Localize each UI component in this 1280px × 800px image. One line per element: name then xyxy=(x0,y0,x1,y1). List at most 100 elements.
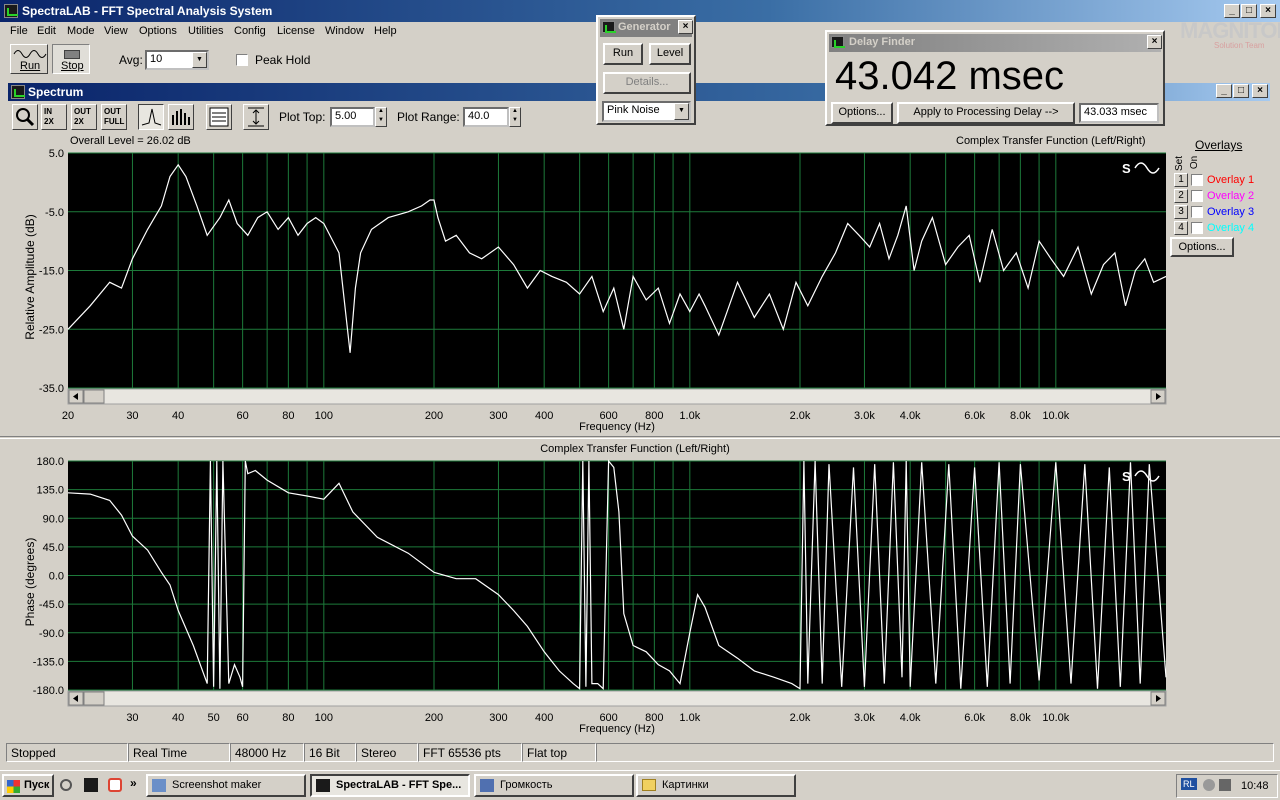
overlay-on-checkbox-4[interactable] xyxy=(1191,222,1203,234)
zoom-in-2x-icon[interactable]: IN 2X xyxy=(41,104,67,130)
menu-view[interactable]: View xyxy=(104,25,128,37)
avg-combo[interactable]: 10 ▼ xyxy=(145,50,209,70)
menu-window[interactable]: Window xyxy=(325,25,364,37)
watermark-sub: Solution Team xyxy=(1214,41,1265,50)
x-tick-label: 60 xyxy=(237,712,249,724)
menu-help[interactable]: Help xyxy=(374,25,397,37)
zoom-icon[interactable] xyxy=(12,104,38,130)
menu-utilities[interactable]: Utilities xyxy=(188,25,223,37)
quicklaunch-spectralab-icon[interactable] xyxy=(84,778,98,792)
generator-run-button[interactable]: Run xyxy=(603,43,643,65)
autoscale-icon[interactable] xyxy=(243,104,269,130)
overlay-set-button-3[interactable]: 3 xyxy=(1174,205,1188,219)
tray-speaker-icon[interactable] xyxy=(1219,779,1231,791)
menu-edit[interactable]: Edit xyxy=(37,25,56,37)
x-tick-label: 60 xyxy=(237,410,249,422)
bar-plot-icon[interactable] xyxy=(168,104,194,130)
delay-finder-close-icon[interactable]: × xyxy=(1147,35,1162,49)
status-extra xyxy=(596,743,1274,762)
overlay-options-button[interactable]: Options... xyxy=(1170,237,1234,257)
generator-level-button[interactable]: Level xyxy=(649,43,691,65)
plot-splitter[interactable] xyxy=(0,436,1280,439)
language-indicator[interactable]: RL xyxy=(1181,778,1197,790)
noise-chevron-down-icon[interactable]: ▼ xyxy=(674,103,689,120)
generator-close-icon[interactable]: × xyxy=(678,20,693,34)
peak-hold-label: Peak Hold xyxy=(255,53,311,67)
maximize-icon[interactable]: □ xyxy=(1241,4,1257,18)
spectrum-close-icon[interactable]: × xyxy=(1252,84,1268,98)
table-icon[interactable] xyxy=(206,104,232,130)
quicklaunch-more-icon[interactable]: » xyxy=(130,776,137,790)
zoom-out-full-icon[interactable]: OUT FULL xyxy=(101,104,127,130)
y-tick-label: 90.0 xyxy=(43,513,64,525)
menu-file[interactable]: File xyxy=(10,25,28,37)
menu-options[interactable]: Options xyxy=(139,25,177,37)
stop-icon xyxy=(64,50,80,59)
apply-delay-button[interactable]: Apply to Processing Delay --> xyxy=(897,102,1075,124)
overlay-set-button-2[interactable]: 2 xyxy=(1174,189,1188,203)
quicklaunch-browser-icon[interactable] xyxy=(60,779,72,791)
task-pictures[interactable]: Картинки xyxy=(636,774,796,797)
x-tick-label: 1.0k xyxy=(679,712,700,724)
quicklaunch-opera-icon[interactable] xyxy=(108,778,122,792)
task-screenshot-maker[interactable]: Screenshot maker xyxy=(146,774,306,797)
plot-top-input[interactable]: 5.00 xyxy=(330,107,375,127)
scroll-thumb[interactable] xyxy=(83,389,105,404)
y-tick-label: -25.0 xyxy=(39,324,64,336)
overlay-set-button-1[interactable]: 1 xyxy=(1174,173,1188,187)
start-button[interactable]: Пуск xyxy=(2,774,54,797)
spectrum-maximize-icon[interactable]: □ xyxy=(1233,84,1249,98)
minimize-icon[interactable]: _ xyxy=(1224,4,1240,18)
run-button[interactable]: Run xyxy=(10,44,48,74)
x-tick-label: 100 xyxy=(315,712,333,724)
plot-scrollbar[interactable] xyxy=(67,690,1167,707)
x-tick-label: 400 xyxy=(535,410,553,422)
plot-mode-icon: S xyxy=(1122,469,1131,484)
x-tick-label: 8.0k xyxy=(1010,712,1031,724)
scroll-thumb[interactable] xyxy=(83,691,105,706)
noise-type-select[interactable]: Pink Noise ▼ xyxy=(602,101,691,122)
close-icon[interactable]: × xyxy=(1260,4,1276,18)
menu-mode[interactable]: Mode xyxy=(67,25,95,37)
phase-plot[interactable]: 180.0 135.0 90.0 45.0 0.0 -45.0 -90.0 -135.0 -18… xyxy=(0,450,1170,738)
zoom-out-2x-icon[interactable]: OUT 2X xyxy=(71,104,97,130)
y-tick-label: -45.0 xyxy=(39,599,64,611)
menu-license[interactable]: License xyxy=(277,25,315,37)
screenshot-maker-icon xyxy=(152,779,166,792)
stop-button[interactable]: Stop xyxy=(52,44,90,74)
overlay-set-button-4[interactable]: 4 xyxy=(1174,221,1188,235)
x-tick-label: 40 xyxy=(172,410,184,422)
delay-options-button[interactable]: Options... xyxy=(831,102,893,124)
y-tick-label: -35.0 xyxy=(39,383,64,395)
magnitude-plot[interactable]: 5.0 -5.0 -15.0 -25.0 -35.0 20 30 40 60 80 100 200 30… xyxy=(0,140,1170,435)
overlays-title: Overlays xyxy=(1195,138,1243,152)
chevron-down-icon[interactable]: ▼ xyxy=(192,52,207,68)
overlay-on-checkbox-2[interactable] xyxy=(1191,190,1203,202)
task-spectralab[interactable]: SpectraLAB - FFT Spe... xyxy=(310,774,470,797)
x-tick-label: 80 xyxy=(282,410,294,422)
task-label: Картинки xyxy=(662,779,709,791)
peak-hold-checkbox[interactable] xyxy=(236,54,248,66)
spectrum-minimize-icon[interactable]: _ xyxy=(1216,84,1232,98)
overlay-on-checkbox-1[interactable] xyxy=(1191,174,1203,186)
task-label: Screenshot maker xyxy=(172,779,262,791)
overlay-label-4: Overlay 4 xyxy=(1207,222,1255,234)
folder-icon xyxy=(642,779,656,791)
status-bits: 16 Bit xyxy=(304,743,356,762)
x-tick-label: 3.0k xyxy=(854,410,875,422)
y-tick-label: 5.0 xyxy=(49,148,64,160)
plot-range-input[interactable]: 40.0 xyxy=(463,107,509,127)
task-volume[interactable]: Громкость xyxy=(474,774,634,797)
plot-top-spinner[interactable]: ▲ ▼ xyxy=(375,107,387,127)
menu-config[interactable]: Config xyxy=(234,25,266,37)
plot-range-spinner[interactable]: ▲ ▼ xyxy=(509,107,521,127)
generator-details-button[interactable]: Details... xyxy=(603,72,691,94)
x-tick-label: 400 xyxy=(535,712,553,724)
delay-result-field: 43.033 msec xyxy=(1079,103,1159,123)
line-plot-icon[interactable] xyxy=(138,104,164,130)
x-tick-label: 40 xyxy=(172,712,184,724)
overlay-on-checkbox-3[interactable] xyxy=(1191,206,1203,218)
plot-scrollbar[interactable] xyxy=(67,388,1167,405)
tray-network-icon[interactable] xyxy=(1203,779,1215,791)
status-window: Flat top xyxy=(522,743,596,762)
